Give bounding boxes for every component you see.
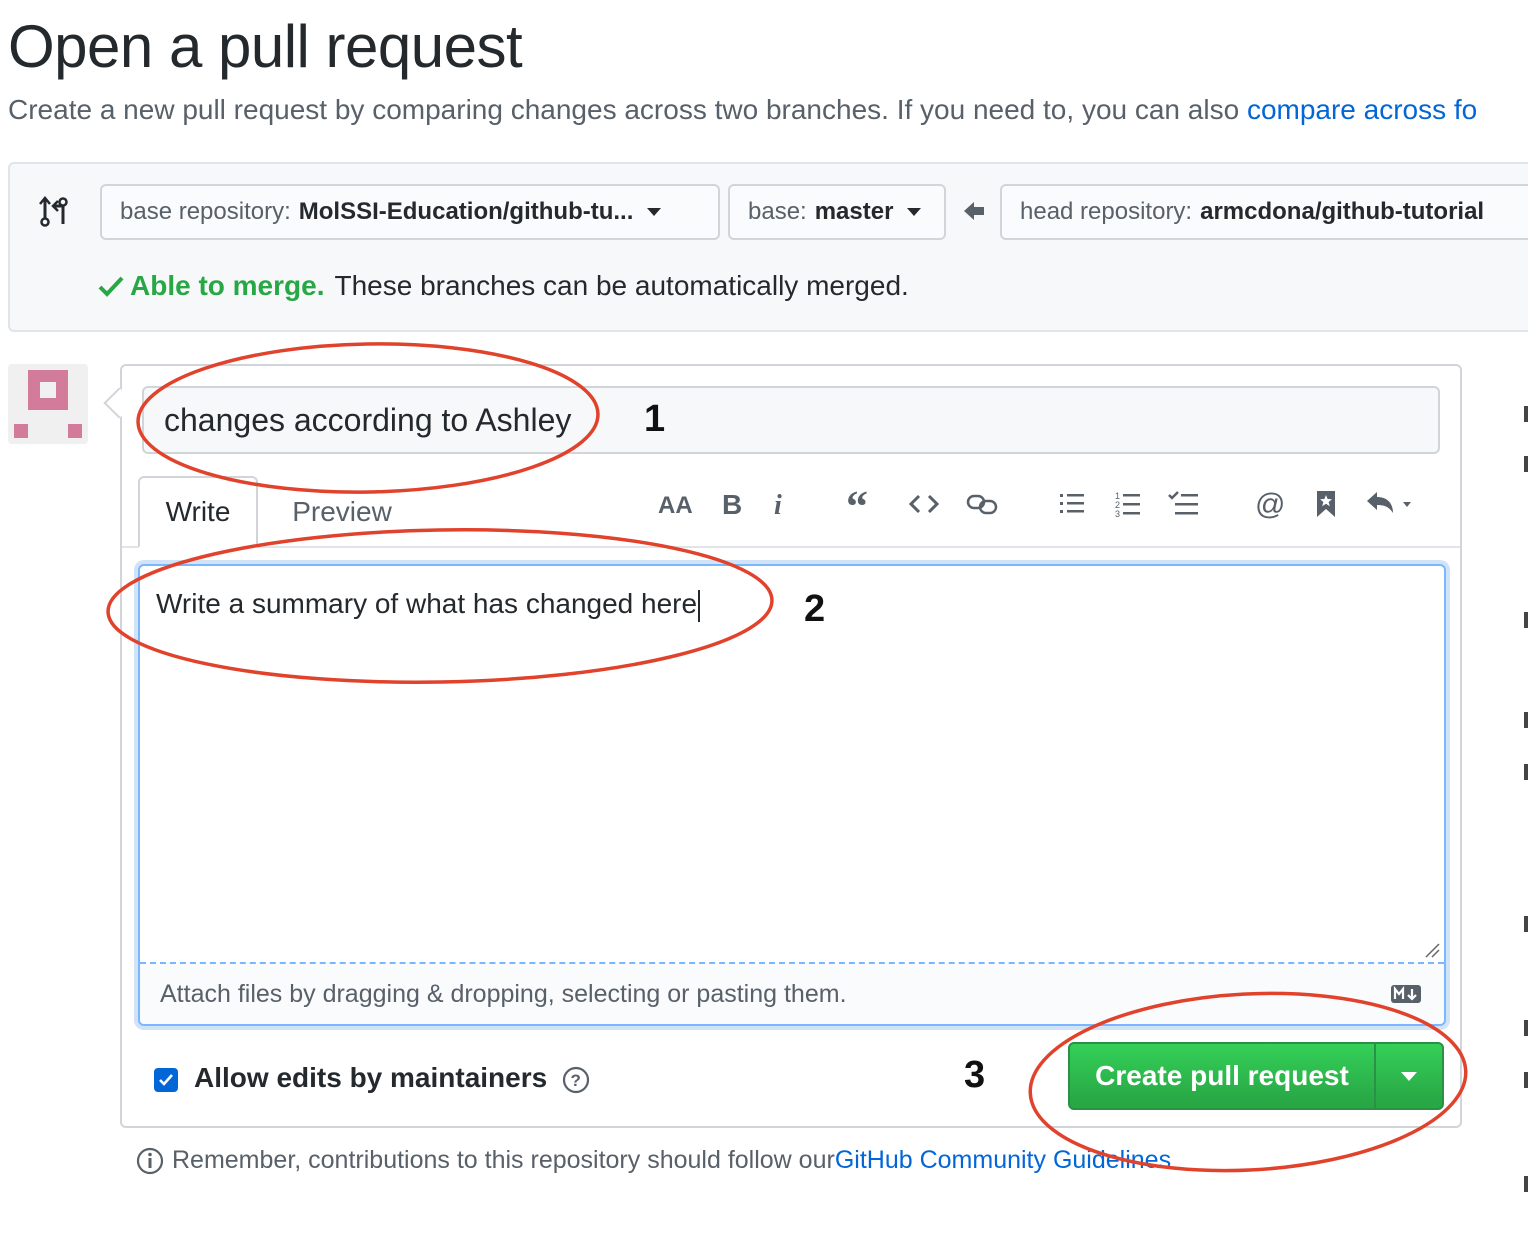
edge-mark [1524,1176,1528,1192]
saved-reply-icon[interactable] [1310,482,1342,526]
annotation-number-3: 3 [964,1054,986,1096]
community-guidelines-note: Remember, contributions to this reposito… [136,1146,1171,1175]
pr-body-text: Write a summary of what has changed here [156,588,701,622]
page-title: Open a pull request [8,13,523,80]
attach-divider [140,962,1444,964]
edge-mark [1524,612,1528,628]
pr-body-textarea[interactable] [138,564,1446,1026]
edge-mark [1524,456,1528,472]
pr-body-value: Write a summary of what has changed here [156,588,698,619]
resize-handle-icon[interactable] [1424,942,1440,958]
chevron-down-icon [1401,1071,1417,1081]
italic-icon[interactable]: i [766,482,794,526]
reply-icon[interactable] [1364,482,1422,526]
edge-mark [1524,764,1528,780]
check-icon [98,276,124,297]
chevron-down-icon [907,208,922,216]
edge-mark [1524,916,1528,932]
tab-write[interactable]: Write [138,476,258,548]
base-branch-value: master [814,198,894,225]
edge-mark [1524,1020,1528,1036]
base-branch-select[interactable]: base: master [728,184,946,240]
merge-status-text: These branches can be automatically merg… [334,270,909,301]
page-subtitle: Create a new pull request by comparing c… [8,94,1477,126]
head-repository-label: head repository: [1020,198,1193,225]
annotation-number-1: 1 [644,398,666,440]
allow-edits-label: Allow edits by maintainers [194,1062,548,1093]
edge-mark [1524,712,1528,728]
bold-icon[interactable]: B [716,482,748,526]
edge-mark [1524,406,1528,422]
community-guidelines-link[interactable]: GitHub Community Guidelines [835,1146,1171,1175]
base-repository-value: MolSSI-Education/github-tu... [298,198,634,225]
arrow-left-icon [964,202,984,220]
create-pull-request-label: Create pull request [1095,1060,1349,1091]
svg-text:3: 3 [1115,509,1120,518]
text-size-icon[interactable]: AA [656,482,696,526]
pr-title-input[interactable]: changes according to Ashley [142,386,1440,454]
code-icon[interactable] [904,482,944,526]
create-options-dropdown[interactable] [1374,1044,1442,1108]
base-repository-label: base repository: [120,198,291,225]
svg-text:AA: AA [658,492,693,519]
base-repository-select[interactable]: base repository: MolSSI-Education/github… [100,184,720,240]
merge-ok-text: Able to merge. [130,270,325,301]
remember-text: Remember, contributions to this reposito… [172,1146,835,1174]
svg-text:i: i [774,490,782,519]
svg-text:@: @ [1255,488,1285,520]
mention-icon[interactable]: @ [1250,482,1290,526]
help-icon[interactable]: ? [562,1066,590,1094]
subtitle-text: Create a new pull request by comparing c… [8,94,1247,125]
link-icon[interactable] [962,482,1002,526]
chevron-down-icon [647,208,662,216]
check-icon [159,1074,173,1086]
svg-text:“: “ [846,489,868,519]
ordered-list-icon[interactable]: 123 [1110,482,1146,526]
tab-preview[interactable]: Preview [268,476,416,548]
allow-edits-checkbox[interactable] [154,1068,178,1092]
head-repository-select[interactable]: head repository: armcdona/github-tutoria… [1000,184,1528,240]
attach-files-text: Attach files by dragging & dropping, sel… [160,980,847,1008]
svg-text:?: ? [571,1071,581,1090]
base-branch-label: base: [748,198,807,225]
task-list-icon[interactable] [1164,482,1204,526]
quote-icon[interactable]: “ [844,482,880,526]
create-pull-request-button[interactable]: Create pull request [1068,1042,1444,1110]
compare-forks-link[interactable]: compare across fo [1247,94,1477,125]
merge-status: Able to merge. These branches can be aut… [98,270,909,302]
svg-text:B: B [722,489,742,519]
annotation-number-2: 2 [804,588,826,630]
compare-icon [39,196,68,227]
markdown-icon [1391,985,1421,1003]
unordered-list-icon[interactable] [1054,482,1090,526]
avatar [8,364,88,444]
edge-mark [1524,1072,1528,1088]
text-cursor [698,589,701,622]
head-repository-value: armcdona/github-tutorial [1200,198,1485,225]
info-icon [136,1147,164,1174]
